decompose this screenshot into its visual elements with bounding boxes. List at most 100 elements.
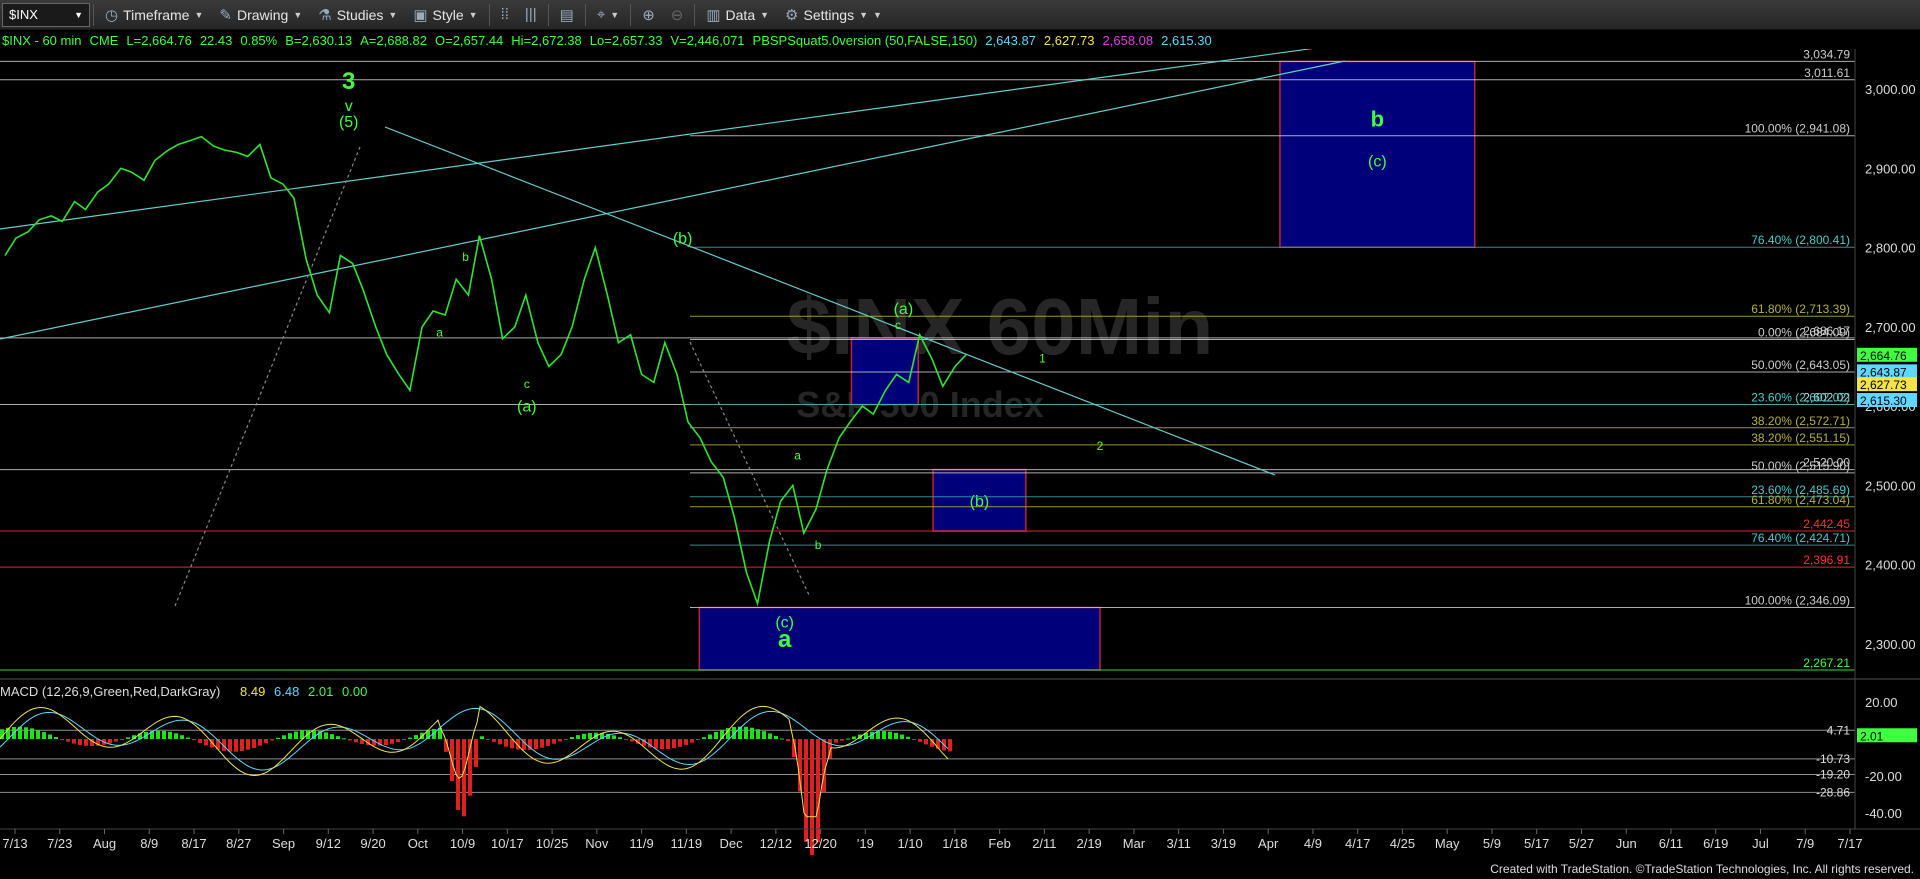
macd-level-label: 4.71 (1827, 723, 1851, 737)
toolbar-divider (93, 3, 94, 26)
x-tick-label: 8/27 (226, 836, 251, 851)
x-tick-label: 10/25 (536, 836, 569, 851)
macd-histogram-bar (762, 731, 766, 739)
x-tick-label: 12/12 (760, 836, 793, 851)
x-tick-label: 10/9 (450, 836, 475, 851)
x-tick-label: Dec (720, 836, 744, 851)
macd-histogram-bar (282, 735, 286, 739)
macd-histogram-bar (324, 732, 328, 739)
compress-bars-icon: ⁞⁞ (500, 6, 509, 23)
macd-histogram-bar (474, 739, 478, 767)
bar-chart-icon: ▥ (706, 6, 721, 24)
cursor-button[interactable]: ⌖ ▼ (589, 0, 627, 30)
x-tick-label: 5/9 (1483, 836, 1501, 851)
macd-title: MACD (12,26,9,Green,Red,DarkGray) (0, 684, 220, 699)
style-menu[interactable]: ▣ Style ▼ (405, 0, 485, 30)
last-price: L=2,664.76 (126, 32, 192, 48)
x-tick-label: 1/10 (897, 836, 922, 851)
macd-histogram-bar (240, 739, 244, 752)
x-tick-label: Jun (1616, 836, 1637, 851)
macd-histogram-bar (540, 739, 544, 748)
drawing-label: Drawing (236, 6, 289, 23)
macd-histogram-bar (180, 735, 184, 739)
macd-histogram-bar (60, 739, 64, 740)
macd-histogram-bar (768, 733, 772, 739)
bar-spacing-button[interactable]: ⁞⁞ (493, 0, 517, 30)
target-box (850, 337, 919, 406)
x-tick-label: '19 (857, 836, 874, 851)
study-value: 2,615.30 (1161, 32, 1212, 48)
macd-histogram-bar (558, 739, 562, 742)
exchange-label: CME (89, 32, 119, 48)
macd-histogram-bar (912, 739, 916, 740)
macd-level-label: -28.86 (1816, 785, 1850, 799)
layout-button[interactable]: ▤ (552, 0, 582, 30)
price-tag-label: 2,627.73 (1860, 378, 1907, 392)
wave-label: a (794, 448, 801, 462)
x-tick-label: 3/19 (1211, 836, 1236, 851)
symbol-selector[interactable]: $INX ▼ (2, 2, 90, 27)
macd-histogram-bar (804, 739, 808, 842)
x-tick-label: 4/25 (1390, 836, 1415, 851)
layout-icon: ▤ (559, 6, 574, 24)
fib-level-label: 38.20% (2,572.71) (1751, 414, 1850, 428)
x-tick-label: Aug (93, 836, 116, 851)
fib-level-label: 100.00% (2,346.09) (1745, 593, 1850, 607)
x-tick-label: 10/17 (491, 836, 524, 851)
macd-histogram-bar (684, 739, 688, 745)
macd-histogram-bar (120, 739, 124, 740)
caret-down-icon: ▼ (388, 9, 398, 20)
drawing-menu[interactable]: ✎ Drawing ▼ (211, 0, 310, 30)
x-tick-label: 9/20 (360, 836, 385, 851)
zoom-out-button[interactable]: ⊖ (663, 0, 692, 30)
fib-level-label: 38.20% (2,551.15) (1751, 431, 1850, 445)
macd-histogram-bar (402, 739, 406, 740)
chevron-down-icon: ▼ (74, 9, 83, 20)
wave-label: 3 (342, 68, 355, 95)
macd-histogram-bar (462, 739, 466, 817)
macd-histogram-bar (276, 737, 280, 739)
x-tick-label: 5/27 (1569, 836, 1594, 851)
macd-y-tick: -20.00 (1865, 769, 1902, 784)
fib-level-label: 23.60% (2,602.02) (1751, 391, 1850, 405)
target-box-label: (b) (970, 493, 990, 510)
caret-down-icon: ▼ (859, 9, 868, 20)
brush-icon: ▣ (413, 6, 428, 24)
wave-label: c (524, 377, 530, 391)
bar-expand-button[interactable]: ||| (517, 0, 545, 30)
macd-histogram-bar (708, 734, 712, 739)
macd-value: 2.01 (308, 684, 333, 699)
macd-histogram-bar (204, 739, 208, 746)
chart-title: $INX - 60 min (2, 32, 82, 48)
timeframe-menu[interactable]: ◷ Timeframe ▼ (97, 0, 211, 30)
x-tick-label: 1/18 (942, 836, 967, 851)
macd-histogram-bar (888, 731, 892, 739)
zoom-in-button[interactable]: ⊕ (634, 0, 663, 30)
toolbar-divider (547, 3, 549, 26)
x-tick-label: 2/19 (1076, 836, 1101, 851)
y-tick-label: 2,400.00 (1865, 558, 1916, 573)
macd-histogram-bar (114, 739, 118, 742)
macd-histogram-bar (618, 737, 622, 739)
caret-down-icon: ▼ (194, 9, 204, 20)
watermark-symbol: $INX 60Min (787, 282, 1214, 371)
x-tick-label: 12/20 (804, 836, 837, 851)
macd-histogram-bar (234, 739, 238, 752)
fib-level-label: 50.00% (2,643.05) (1751, 358, 1850, 372)
macd-histogram-bar (780, 738, 784, 740)
studies-menu[interactable]: ⚗ Studies ▼ (310, 0, 405, 30)
x-tick-label: 7/9 (1796, 836, 1814, 851)
studies-label: Studies (336, 6, 384, 23)
price-tag-label: 2,615.30 (1860, 394, 1907, 408)
wave-label: (b) (673, 231, 693, 248)
macd-histogram-bar (246, 739, 250, 750)
macd-histogram-bar (846, 738, 850, 740)
data-menu[interactable]: ▥ Data ▼ (698, 0, 777, 30)
y-tick-label: 3,000.00 (1865, 82, 1916, 97)
price-chart[interactable]: $INX 60Min S&P 500 Index b(c)(b) 3,034.7… (0, 49, 1920, 855)
footer-credit: Created with TradeStation. ©TradeStation… (1490, 862, 1914, 876)
macd-histogram-bar (42, 732, 46, 739)
settings-menu[interactable]: ⚙ Settings ▼ ▼ (777, 0, 890, 30)
caret-down-icon: ▼ (468, 9, 478, 20)
x-tick-label: 4/17 (1345, 836, 1370, 851)
